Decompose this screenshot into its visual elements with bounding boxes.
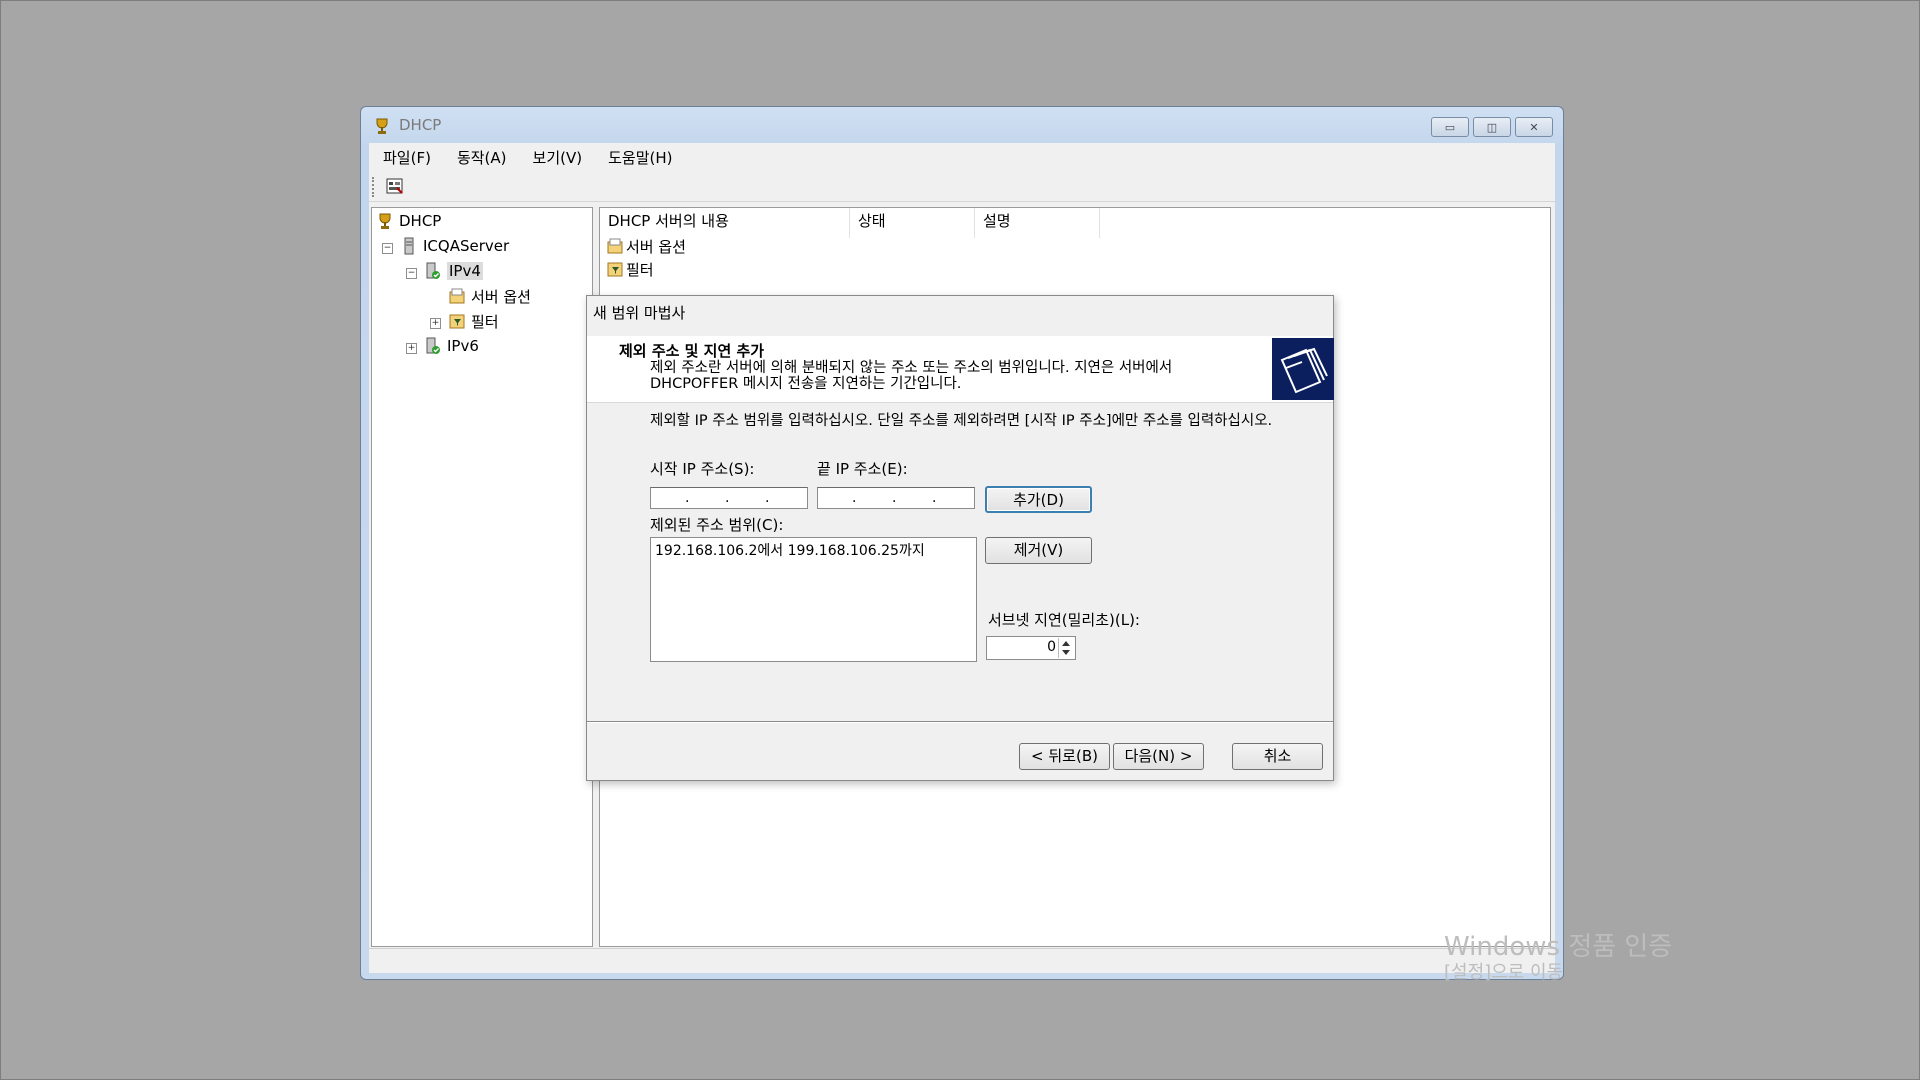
collapse-icon[interactable]: − (406, 268, 417, 279)
dhcp-trophy-icon (376, 118, 388, 134)
arrow-up-icon[interactable] (1062, 641, 1070, 646)
status-bar (369, 948, 1555, 973)
list-item-label: 서버 옵션 (626, 237, 686, 256)
server-options-icon (607, 238, 623, 254)
footer-separator (587, 721, 1333, 723)
menu-action[interactable]: 동작(A) (457, 147, 507, 168)
minimize-button[interactable]: ▭ (1431, 117, 1469, 137)
tree-label: DHCP (399, 212, 442, 230)
window-title: DHCP (399, 116, 442, 134)
tree-node-ipv6[interactable]: IPv6 (424, 335, 479, 357)
wizard-header: 제외 주소 및 지연 추가 제외 주소란 서버에 의해 분배되지 않는 주소 또… (587, 336, 1334, 403)
menu-help[interactable]: 도움말(H) (608, 147, 672, 168)
back-button[interactable]: < 뒤로(B) (1019, 743, 1110, 770)
menu-file[interactable]: 파일(F) (383, 147, 431, 168)
tree-node-dhcp[interactable]: DHCP (376, 210, 441, 232)
spinner-arrows[interactable] (1058, 638, 1074, 658)
list-item[interactable]: 192.168.106.2에서 199.168.106.25까지 (655, 540, 972, 560)
menu-view[interactable]: 보기(V) (533, 147, 583, 168)
tree-node-server-options[interactable]: 서버 옵션 (448, 285, 531, 307)
arrow-down-icon[interactable] (1062, 650, 1070, 655)
start-ip-input[interactable]: . . . (650, 487, 808, 509)
tree-node-server[interactable]: ICQAServer (400, 235, 509, 257)
column-header-description[interactable]: 설명 (975, 208, 1100, 238)
start-ip-label: 시작 IP 주소(S): (650, 460, 755, 478)
add-button[interactable]: 추가(D) (985, 486, 1092, 513)
new-scope-wizard-dialog: 새 범위 마법사 제외 주소 및 지연 추가 제외 주소란 서버에 의해 분배되… (586, 295, 1334, 781)
maximize-button[interactable]: ◫ (1473, 117, 1511, 137)
activation-watermark-sub: [설정]으로 이동 (1444, 962, 1564, 983)
list-header: DHCP 서버의 내용 상태 설명 (600, 208, 1100, 238)
tree-node-filters[interactable]: 필터 (448, 310, 499, 332)
close-button[interactable]: ✕ (1515, 117, 1553, 137)
wizard-folder-icon (1272, 338, 1334, 400)
toolbar-grip[interactable] (372, 177, 377, 197)
list-item[interactable]: 서버 옵션 (606, 235, 686, 257)
list-item[interactable]: 필터 (606, 258, 654, 280)
expand-icon[interactable]: + (406, 343, 417, 354)
excluded-ranges-list[interactable]: 192.168.106.2에서 199.168.106.25까지 (650, 537, 977, 662)
subnet-delay-label: 서브넷 지연(밀리초)(L): (988, 611, 1140, 629)
tree-pane: DHCP − ICQAServer − IPv4 서버 옵션 + 필터 + IP… (371, 207, 593, 947)
wizard-instruction: 제외할 IP 주소 범위를 입력하십시오. 단일 주소를 제외하려면 [시작 I… (650, 413, 1273, 429)
ipv4-server-icon (426, 262, 440, 279)
expand-icon[interactable]: + (430, 318, 441, 329)
subnet-delay-spinner[interactable]: 0 (986, 636, 1076, 660)
title-bar[interactable]: DHCP ▭ ◫ ✕ (361, 107, 1563, 143)
menu-bar: 파일(F) 동작(A) 보기(V) 도움말(H) (369, 143, 1555, 171)
tree-label: 서버 옵션 (471, 287, 531, 306)
next-button[interactable]: 다음(N) > (1113, 743, 1204, 770)
tree-label: 필터 (471, 312, 499, 331)
server-options-icon (449, 288, 465, 304)
tree-label: IPv6 (447, 337, 479, 355)
remove-button[interactable]: 제거(V) (985, 537, 1092, 564)
dialog-title: 새 범위 마법사 (593, 304, 686, 322)
wizard-heading: 제외 주소 및 지연 추가 (619, 342, 765, 360)
column-header-contents[interactable]: DHCP 서버의 내용 (600, 208, 850, 238)
properties-icon[interactable] (385, 176, 405, 196)
subnet-delay-value: 0 (1047, 639, 1056, 655)
filter-icon (449, 314, 465, 329)
wizard-description: 제외 주소란 서버에 의해 분배되지 않는 주소 또는 주소의 범위입니다. 지… (650, 360, 1173, 392)
excluded-ranges-label: 제외된 주소 범위(C): (650, 516, 784, 534)
filter-icon (607, 262, 623, 277)
server-icon (404, 237, 414, 255)
end-ip-label: 끝 IP 주소(E): (817, 460, 908, 478)
tree-label: IPv4 (447, 262, 483, 280)
ipv6-server-icon (426, 337, 440, 354)
list-item-label: 필터 (626, 260, 654, 279)
tree-node-ipv4[interactable]: IPv4 (424, 260, 483, 282)
toolbar (369, 173, 1555, 202)
column-header-status[interactable]: 상태 (850, 208, 975, 238)
dhcp-trophy-icon (379, 213, 391, 229)
cancel-button[interactable]: 취소 (1232, 743, 1323, 770)
end-ip-input[interactable]: . . . (817, 487, 975, 509)
tree-label: ICQAServer (423, 237, 510, 255)
collapse-icon[interactable]: − (382, 243, 393, 254)
